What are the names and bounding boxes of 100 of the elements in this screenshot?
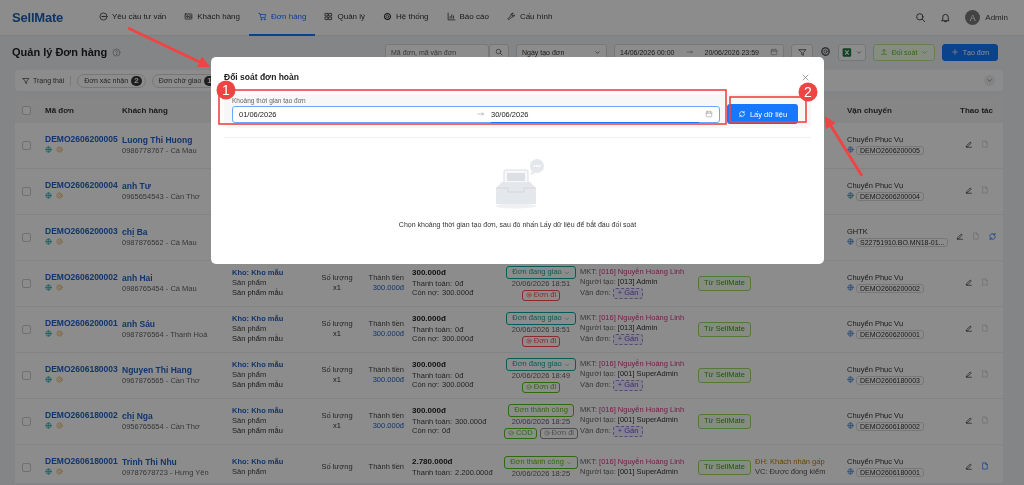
edit-icon: [964, 462, 973, 471]
customer-name-link[interactable]: anh Hai: [122, 273, 232, 284]
edit-icon: [964, 324, 973, 333]
globe-icon: [847, 375, 854, 383]
globe-icon: [847, 191, 854, 199]
caret-icon: [594, 48, 601, 56]
arrow-icon: [685, 47, 694, 56]
caret-icon: [563, 315, 570, 322]
caret-icon: [563, 269, 570, 276]
customer-name-link[interactable]: anh Sáu: [122, 319, 232, 330]
globe-icon: [45, 284, 52, 292]
coin-icon: [56, 422, 63, 430]
nav-tab[interactable]: Đơn hàng: [249, 0, 316, 36]
nav-tab[interactable]: Hệ thống: [374, 0, 438, 36]
coin-icon: [56, 330, 63, 338]
settings-icon: [383, 12, 393, 21]
customer-name-link[interactable]: Trinh Thi Nhu: [122, 457, 232, 468]
bar-chart-icon: [446, 12, 456, 21]
order-code-link[interactable]: DEMO2606200003: [45, 227, 122, 237]
order-code-link[interactable]: DEMO2606180003: [45, 365, 122, 375]
coin-icon: [56, 376, 63, 384]
chevron-icon: [986, 77, 993, 84]
bell-icon: [940, 12, 952, 23]
edit-icon: [964, 416, 973, 425]
order-amount: 300.000đ: [412, 269, 447, 279]
settings-icon: [820, 46, 831, 57]
logo[interactable]: SellMate: [12, 10, 90, 25]
nav-tab[interactable]: Báo cáo: [437, 0, 498, 36]
order-code-link[interactable]: DEMO2606200005: [45, 135, 122, 145]
nav-tab[interactable]: Quản lý: [315, 0, 375, 36]
row-checkbox[interactable]: [22, 233, 31, 242]
globe-icon: [847, 145, 854, 153]
chat-icon: [99, 12, 108, 21]
coin-icon: [56, 238, 63, 246]
expand-button[interactable]: [984, 75, 995, 86]
edit-icon: [964, 140, 973, 149]
user-name[interactable]: Admin: [985, 13, 1008, 22]
order-code-link[interactable]: DEMO2606200001: [45, 319, 122, 329]
excel-button[interactable]: [838, 43, 866, 61]
select-all-checkbox[interactable]: [22, 106, 31, 115]
nav-tab[interactable]: Cấu hình: [497, 0, 562, 36]
clock-icon: [543, 430, 550, 437]
row-checkbox[interactable]: [22, 463, 31, 472]
coin-icon: [56, 192, 63, 200]
globe-icon: [847, 329, 854, 337]
filter-icon: [797, 47, 807, 57]
order-code-link[interactable]: DEMO2606200004: [45, 181, 122, 191]
row-checkbox[interactable]: [22, 371, 31, 380]
row-checkbox[interactable]: [22, 187, 31, 196]
row-checkbox[interactable]: [22, 141, 31, 150]
count-badge: 2: [131, 75, 142, 86]
edit-icon: [964, 370, 973, 379]
coin-icon: [56, 284, 63, 292]
order-amount: 300.000đ: [412, 315, 447, 325]
caret-icon: [565, 459, 572, 466]
step-marker: 2: [798, 82, 818, 102]
wrench-icon: [506, 12, 516, 21]
globe-icon: [45, 376, 52, 384]
globe-icon: [45, 192, 52, 200]
column-header: Khách hàng: [122, 106, 169, 115]
check-circle-icon: [525, 384, 532, 391]
spreadsheet-icon: [842, 46, 852, 58]
nav-tab[interactable]: Khách hàng: [175, 0, 249, 36]
globe-icon: [45, 422, 52, 430]
coin-icon: [56, 468, 63, 476]
order-code-link[interactable]: DEMO2606180001: [45, 457, 122, 467]
order-amount: 300.000đ: [412, 361, 447, 371]
search-icon: [915, 12, 927, 23]
globe-icon: [847, 237, 854, 245]
order-code-link[interactable]: DEMO2606180002: [45, 411, 122, 421]
caret-icon: [563, 361, 570, 368]
help-icon: [112, 48, 122, 57]
cancel-icon: [525, 338, 532, 345]
grid-icon: [324, 12, 334, 21]
globe-icon: [45, 146, 52, 154]
globe-icon: [847, 467, 854, 475]
globe-icon: [847, 283, 854, 291]
nav-tab[interactable]: Yêu cầu tư vấn: [90, 0, 176, 36]
card-icon: [184, 12, 194, 21]
row-checkbox[interactable]: [22, 417, 31, 426]
column-header: Vận chuyển: [847, 106, 893, 115]
customer-name-link[interactable]: chị Nga: [122, 411, 232, 422]
refresh-icon: [737, 110, 746, 118]
calendar-icon: [770, 47, 778, 56]
cancel-icon: [525, 292, 532, 299]
customer-name-link[interactable]: Nguyen Thi Hang: [122, 365, 232, 376]
column-header: Mã đơn: [45, 106, 75, 115]
close-icon: [801, 73, 810, 82]
order-code-link[interactable]: DEMO2606200002: [45, 273, 122, 283]
order-amount: 300.000đ: [412, 407, 447, 417]
calendar-icon: [705, 109, 713, 118]
row-checkbox[interactable]: [22, 325, 31, 334]
row-checkbox[interactable]: [22, 279, 31, 288]
filter-icon: [22, 76, 30, 85]
caret-icon: [921, 48, 929, 56]
edit-icon: [956, 232, 964, 241]
arrow-icon: [477, 109, 485, 118]
search-icon: [495, 48, 503, 56]
upload-icon: [879, 48, 888, 56]
globe-icon: [847, 421, 854, 429]
